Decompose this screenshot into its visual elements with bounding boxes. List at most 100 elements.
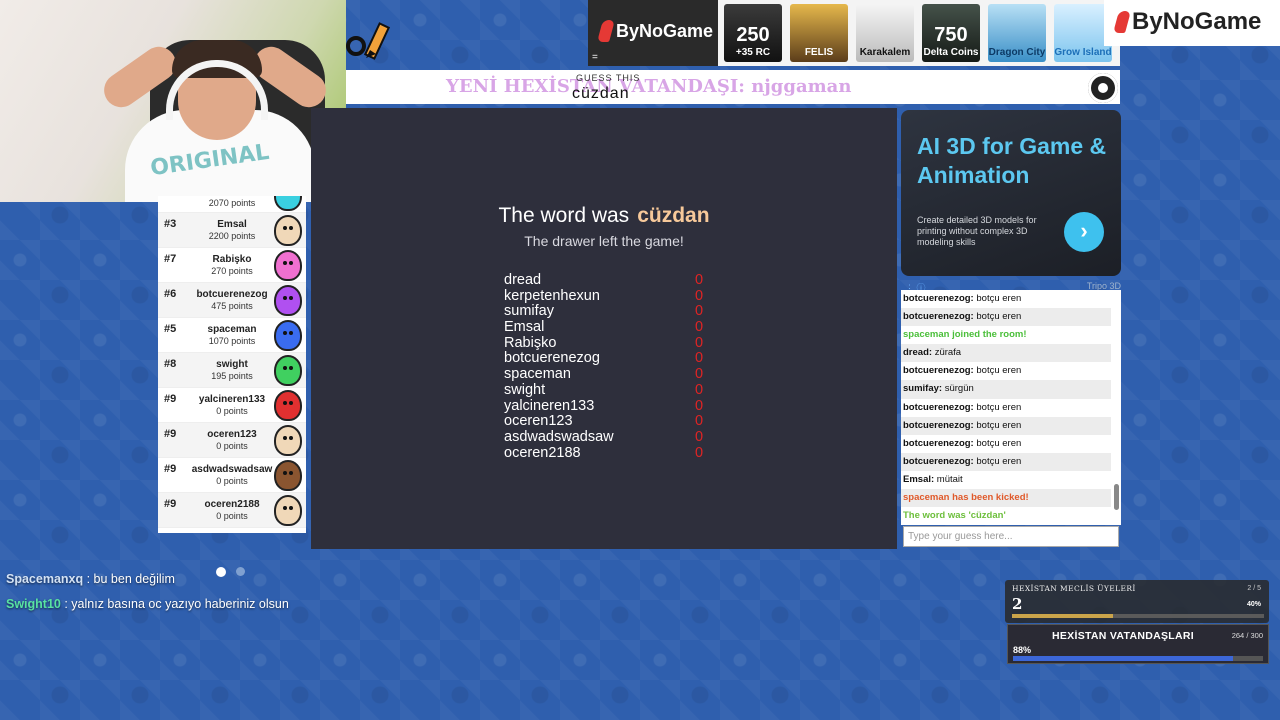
player-avatar-icon — [274, 250, 302, 281]
player-list: 2070 points #3 Emsal 2200 points #7 Rabişko 27… — [158, 196, 306, 533]
player-avatar-icon — [274, 196, 302, 211]
round-player-score: 0 — [694, 287, 704, 304]
guess-input[interactable] — [903, 526, 1119, 547]
goal1-percent: 40% — [1246, 601, 1261, 608]
product-tile[interactable]: Dragon City — [988, 4, 1046, 62]
chat-message: botcuerenezog: botçu eren — [901, 362, 1111, 380]
product-tile[interactable]: 250 +35 RC — [724, 4, 782, 62]
round-player-name: Rabişko — [504, 334, 557, 351]
player-rank: #6 — [164, 288, 177, 300]
product-tile[interactable]: FELIS — [790, 4, 848, 62]
chat-author: botcuerenezog: — [903, 311, 974, 323]
chat-author: botcuerenezog: — [903, 437, 974, 449]
chat-message: Emsal: mütait — [901, 471, 1111, 489]
player-row[interactable]: #5 spaceman 1070 points — [158, 318, 306, 353]
chat-author: botcuerenezog: — [903, 293, 974, 304]
stream-chat-text: bu ben değilim — [93, 572, 175, 586]
round-score-row: Emsal 0 — [504, 319, 704, 336]
stream-chat-user: Spacemanxq — [6, 572, 84, 586]
round-player-score: 0 — [694, 366, 704, 383]
chat-text: spaceman joined the room! — [903, 329, 1027, 341]
round-player-score: 0 — [694, 350, 704, 367]
round-score-row: swight 0 — [504, 381, 704, 399]
game-header: YENİ HEXİSTAN VATANDAŞI: njggaman GUESS … — [346, 70, 1120, 104]
ad-title: AI 3D for Game & Animation — [917, 133, 1107, 188]
round-player-name: botcuerenezog — [504, 350, 600, 367]
round-player-name: swight — [504, 381, 546, 398]
chat-scroll-thumb[interactable] — [1114, 484, 1119, 510]
bynogame-logo: ByNoGame — [597, 20, 713, 42]
chat-author: botcuerenezog: — [903, 401, 974, 413]
chat-text: botçu eren — [976, 419, 1022, 431]
bynogame-label-large: ByNoGame — [1132, 8, 1262, 35]
goal2-title: HEXİSTAN VATANDAŞLARI — [1051, 630, 1195, 642]
round-player-score: 0 — [694, 428, 704, 445]
new-citizen-alert: YENİ HEXİSTAN VATANDAŞI: njggaman — [446, 76, 852, 97]
hint-word: cüzdan — [572, 85, 630, 102]
round-score-row: kerpetenhexun 0 — [504, 287, 704, 305]
player-rank: #5 — [164, 323, 177, 335]
ad-banner[interactable]: AI 3D for Game & Animation Create detail… — [901, 110, 1121, 276]
player-row[interactable]: #7 Rabişko 270 points — [158, 248, 306, 283]
player-rank: #9 — [164, 498, 177, 510]
player-rank: #7 — [164, 253, 177, 265]
player-row[interactable]: #9 yalcineren133 0 points — [158, 388, 306, 423]
player-row[interactable]: #9 asdwadswadsaw 0 points — [158, 458, 306, 493]
chat-message: botcuerenezog: botçu eren — [901, 435, 1111, 453]
round-score-row: oceren123 0 — [504, 413, 704, 430]
player-points: 1070 points — [208, 336, 256, 346]
round-player-score: 0 — [694, 319, 704, 336]
round-player-name: dread — [504, 272, 542, 288]
player-row[interactable]: #8 swight 195 points — [158, 353, 306, 388]
round-player-score: 0 — [694, 444, 704, 461]
chevron-right-icon[interactable]: › — [1064, 212, 1104, 252]
goal1-fraction: 2 / 5 — [1247, 585, 1261, 592]
goal1-progress-fill — [1012, 614, 1113, 618]
player-rank: #8 — [164, 358, 177, 370]
chat-text: botçu eren — [976, 455, 1022, 467]
guess-this-label: GUESS THIS — [576, 73, 641, 83]
player-avatar-icon — [274, 285, 302, 316]
stream-chat-line: Swight10 : yalnız basına oc yazıyo haber… — [6, 597, 289, 611]
chat-text: mütait — [936, 473, 963, 485]
skribbl-logo-icon — [346, 22, 391, 60]
chat-scrollbar[interactable] — [1114, 294, 1119, 520]
chat-text: The word was 'cüzdan' — [903, 510, 1006, 522]
player-points: 2070 points — [208, 198, 256, 208]
product-carousel: 250 +35 RC FELIS Karakalem 750 Delta Coins… — [718, 0, 1120, 66]
round-result-panel: The word was cüzdan The drawer left the g… — [311, 108, 897, 549]
player-row[interactable]: #9 oceren2188 0 points — [158, 493, 306, 528]
goal2-percent: 88% — [1013, 645, 1032, 655]
bynogame-banner[interactable]: ByNoGame = — [588, 0, 718, 66]
round-player-name: sumifay — [504, 303, 554, 320]
chat-box: botcuerenezog: botçu eren botcuerenezog: … — [901, 290, 1121, 525]
player-name: Emsal — [217, 219, 247, 230]
gear-icon[interactable] — [1088, 73, 1118, 103]
chat-text: sürgün — [944, 383, 974, 395]
round-score-list: dread 0 kerpetenhexun 0 sumifay 0 Emsal 0 Rabişk… — [504, 272, 704, 461]
chat-author: sumifay: — [903, 383, 943, 395]
round-player-score: 0 — [694, 334, 704, 351]
player-row[interactable]: #9 oceren123 0 points — [158, 423, 306, 458]
round-player-name: oceren123 — [504, 413, 573, 430]
product-tile[interactable]: 750 Delta Coins — [922, 4, 980, 62]
round-player-name: oceren2188 — [504, 444, 581, 461]
player-points: 0 points — [216, 511, 248, 521]
player-row[interactable]: #6 botcuerenezog 475 points — [158, 283, 306, 318]
player-avatar-icon — [274, 495, 302, 526]
chat-message: dread: zürafa — [901, 344, 1111, 363]
product-tile[interactable]: Karakalem — [856, 4, 914, 62]
player-name: Rabişko — [212, 254, 252, 265]
player-name: botcuerenezog — [196, 289, 268, 300]
chat-message: botcuerenezog: botçu eren — [901, 399, 1111, 417]
round-player-name: yalcineren133 — [504, 397, 595, 414]
stream-goals-widget: HEXİSTAN MECLİS ÜYELERİ 2 2 / 5 40% HEXİ… — [1005, 580, 1269, 664]
goal1-count: 2 — [1012, 595, 1023, 613]
result-title: The word was cüzdan — [311, 204, 897, 228]
player-name: oceren123 — [207, 429, 257, 440]
chat-author: botcuerenezog: — [903, 365, 974, 377]
player-row[interactable]: #3 Emsal 2200 points — [158, 213, 306, 248]
player-points: 0 points — [216, 441, 248, 451]
chat-text: zürafa — [934, 347, 962, 359]
player-row[interactable]: 2070 points — [158, 196, 306, 213]
